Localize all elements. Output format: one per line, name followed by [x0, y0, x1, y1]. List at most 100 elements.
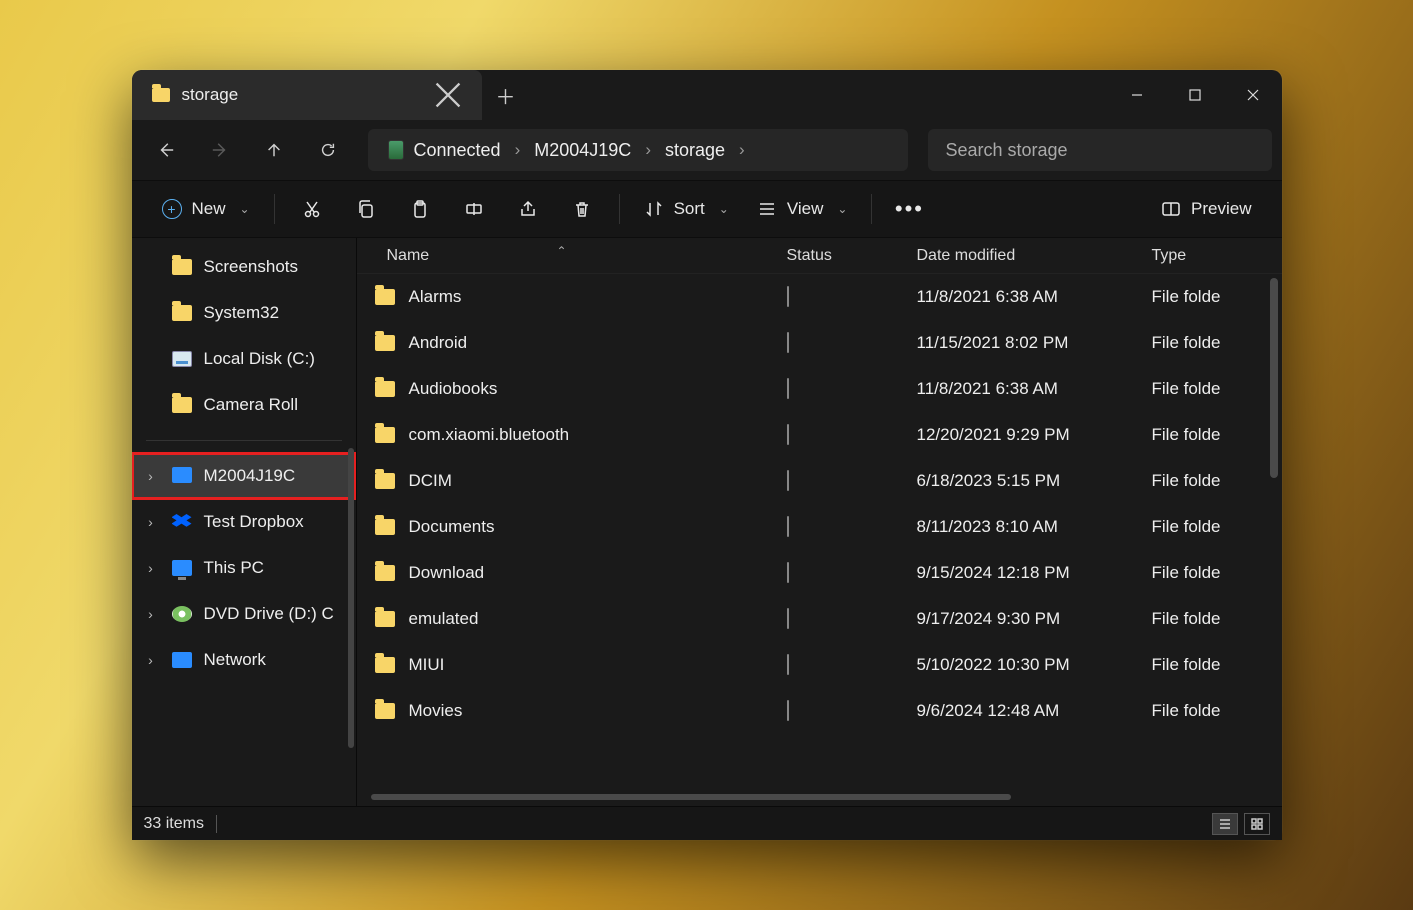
- expand-icon[interactable]: ›: [142, 560, 160, 576]
- thumbnails-view-button[interactable]: [1244, 813, 1270, 835]
- minimize-button[interactable]: [1108, 70, 1166, 120]
- column-status[interactable]: Status: [787, 247, 917, 265]
- sidebar-item-label: System32: [204, 303, 280, 323]
- folder-icon: [375, 519, 395, 535]
- back-button[interactable]: [142, 130, 190, 170]
- expand-icon[interactable]: ›: [142, 468, 160, 484]
- sidebar-item-test-dropbox[interactable]: ›Test Dropbox: [132, 499, 356, 545]
- sidebar-item-label: Camera Roll: [204, 395, 298, 415]
- paste-button[interactable]: [395, 189, 445, 229]
- device-status-icon: [787, 562, 789, 583]
- tab-storage[interactable]: storage: [132, 70, 482, 120]
- file-row[interactable]: Audiobooks11/8/2021 6:38 AMFile folde: [357, 366, 1282, 412]
- cut-button[interactable]: [287, 189, 337, 229]
- file-row[interactable]: Movies9/6/2024 12:48 AMFile folde: [357, 688, 1282, 734]
- file-name: MIUI: [409, 655, 445, 675]
- column-date[interactable]: Date modified: [917, 247, 1152, 265]
- folder-icon: [152, 88, 170, 102]
- crumb-device[interactable]: M2004J19C: [526, 129, 639, 171]
- sidebar-item-m2004j19c[interactable]: › M2004J19C: [132, 453, 356, 499]
- sort-button[interactable]: Sort ⌄: [632, 189, 741, 229]
- file-name: emulated: [409, 609, 479, 629]
- chevron-right-icon[interactable]: ›: [643, 140, 653, 160]
- sidebar-item-label: This PC: [204, 558, 264, 578]
- file-type: File folde: [1152, 563, 1268, 583]
- chevron-right-icon[interactable]: ›: [513, 140, 523, 160]
- file-row[interactable]: Documents8/11/2023 8:10 AMFile folde: [357, 504, 1282, 550]
- folder-icon: [375, 289, 395, 305]
- folder-icon: [375, 473, 395, 489]
- maximize-button[interactable]: [1166, 70, 1224, 120]
- preview-icon: [1161, 199, 1181, 219]
- rename-button[interactable]: [449, 189, 499, 229]
- explorer-window: storage ＋ Connected › M2004J19C ›: [132, 70, 1282, 840]
- details-view-button[interactable]: [1212, 813, 1238, 835]
- view-icon: [757, 199, 777, 219]
- file-name: Alarms: [409, 287, 462, 307]
- file-row[interactable]: Android11/15/2021 8:02 PMFile folde: [357, 320, 1282, 366]
- preview-label: Preview: [1191, 199, 1251, 219]
- crumb-storage[interactable]: storage: [657, 129, 733, 171]
- file-row[interactable]: emulated9/17/2024 9:30 PMFile folde: [357, 596, 1282, 642]
- file-row[interactable]: Download9/15/2024 12:18 PMFile folde: [357, 550, 1282, 596]
- column-type[interactable]: Type: [1152, 247, 1268, 265]
- item-count: 33 items: [144, 815, 204, 833]
- sidebar-item-camera-roll[interactable]: Camera Roll: [132, 382, 356, 428]
- expand-icon[interactable]: ›: [142, 652, 160, 668]
- content-scrollbar-horizontal[interactable]: [371, 794, 1011, 800]
- close-window-button[interactable]: [1224, 70, 1282, 120]
- status-bar: 33 items: [132, 806, 1282, 840]
- folder-icon: [172, 259, 192, 275]
- sidebar-item-this-pc[interactable]: › This PC: [132, 545, 356, 591]
- up-button[interactable]: [250, 130, 298, 170]
- new-tab-button[interactable]: ＋: [482, 70, 530, 120]
- expand-icon[interactable]: ›: [142, 514, 160, 530]
- column-name[interactable]: Name ⌃: [357, 247, 787, 265]
- separator: [619, 194, 620, 224]
- file-date: 9/15/2024 12:18 PM: [917, 563, 1152, 583]
- preview-button[interactable]: Preview: [1149, 189, 1263, 229]
- folder-icon: [375, 565, 395, 581]
- content-scrollbar-vertical[interactable]: [1270, 278, 1278, 478]
- file-row[interactable]: Alarms11/8/2021 6:38 AMFile folde: [357, 274, 1282, 320]
- refresh-button[interactable]: [304, 130, 352, 170]
- sidebar-item-local-disk-c-[interactable]: Local Disk (C:): [132, 336, 356, 382]
- tab-close-button[interactable]: [432, 79, 464, 111]
- device-status-icon: [787, 332, 789, 353]
- copy-button[interactable]: [341, 189, 391, 229]
- file-row[interactable]: MIUI5/10/2022 10:30 PMFile folde: [357, 642, 1282, 688]
- window-controls: [1108, 70, 1282, 120]
- file-row[interactable]: com.xiaomi.bluetooth12/20/2021 9:29 PMFi…: [357, 412, 1282, 458]
- sidebar-item-screenshots[interactable]: Screenshots: [132, 244, 356, 290]
- file-type: File folde: [1152, 609, 1268, 629]
- device-status-icon: [787, 516, 789, 537]
- sidebar-scrollbar[interactable]: [348, 448, 354, 748]
- share-button[interactable]: [503, 189, 553, 229]
- column-headers: Name ⌃ Status Date modified Type: [357, 238, 1282, 274]
- chevron-right-icon[interactable]: ›: [737, 140, 747, 160]
- folder-icon: [375, 657, 395, 673]
- sort-arrow-icon: ⌃: [557, 244, 567, 258]
- file-row[interactable]: DCIM6/18/2023 5:15 PMFile folde: [357, 458, 1282, 504]
- search-input[interactable]: Search storage: [928, 129, 1272, 171]
- sidebar-item-network[interactable]: ›Network: [132, 637, 356, 683]
- separator: [871, 194, 872, 224]
- separator: [216, 815, 217, 833]
- sidebar-item-system32[interactable]: System32: [132, 290, 356, 336]
- expand-icon[interactable]: ›: [142, 606, 160, 622]
- folder-icon: [375, 611, 395, 627]
- new-button[interactable]: + New ⌄: [150, 189, 262, 229]
- file-type: File folde: [1152, 287, 1268, 307]
- view-button[interactable]: View ⌄: [745, 189, 860, 229]
- sidebar-item-label: M2004J19C: [204, 466, 296, 486]
- address-bar[interactable]: Connected › M2004J19C › storage ›: [368, 129, 908, 171]
- crumb-connected[interactable]: Connected: [380, 129, 509, 171]
- file-type: File folde: [1152, 425, 1268, 445]
- view-toggles: [1212, 813, 1270, 835]
- body: Screenshots System32 Local Disk (C:) Camera…: [132, 238, 1282, 806]
- sidebar-item-label: Screenshots: [204, 257, 299, 277]
- delete-button[interactable]: [557, 189, 607, 229]
- forward-button[interactable]: [196, 130, 244, 170]
- sidebar-item-dvd-drive-d-c[interactable]: ›DVD Drive (D:) C: [132, 591, 356, 637]
- more-button[interactable]: •••: [884, 189, 934, 229]
